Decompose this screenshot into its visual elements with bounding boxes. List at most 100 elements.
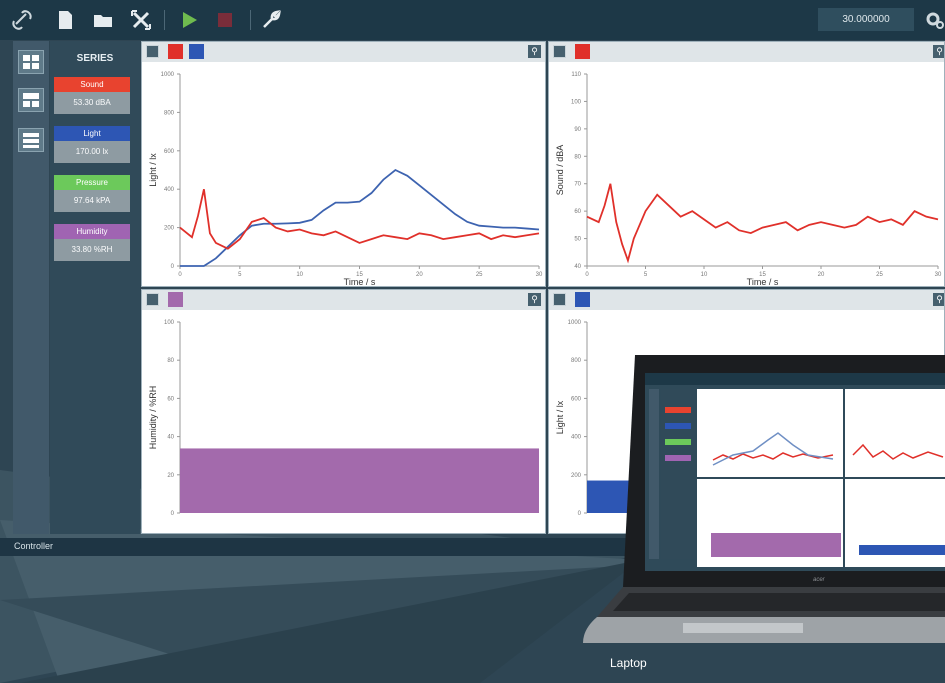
- y-tick-label: 20: [167, 473, 174, 479]
- y-tick-label: 50: [574, 237, 581, 243]
- x-tick-label: 0: [585, 272, 589, 278]
- series-line-light: [180, 168, 540, 267]
- series-swatch-humidity[interactable]: [168, 292, 183, 307]
- x-axis-label: Time / s: [747, 277, 779, 287]
- series-label-light[interactable]: Light: [54, 126, 130, 141]
- series-value-sound: 53.30 dBA: [54, 92, 130, 114]
- y-tick-label: 110: [571, 72, 581, 78]
- x-tick-label: 10: [296, 272, 303, 278]
- y-tick-label: 0: [171, 264, 175, 270]
- y-axis-label: Light / lx: [555, 400, 565, 434]
- y-tick-label: 80: [167, 358, 174, 364]
- open-folder-icon[interactable]: [92, 9, 114, 31]
- zoom-icon[interactable]: ⚲: [933, 45, 944, 58]
- y-tick-label: 600: [571, 396, 582, 402]
- y-tick-label: 80: [574, 154, 581, 160]
- laptop-image: acer: [583, 355, 945, 643]
- laptop-caption: Laptop: [610, 656, 647, 670]
- y-tick-label: 0: [171, 511, 175, 517]
- series-value-humidity: 33.80 %RH: [54, 239, 130, 261]
- pane-mode-button[interactable]: [553, 293, 566, 306]
- y-tick-label: 40: [574, 264, 581, 270]
- graph-pane-humidity: ⚲ 0 20 40 60 80 100 Humidity / %RH: [141, 289, 546, 534]
- series-swatch-light[interactable]: [189, 44, 204, 59]
- y-tick-label: 40: [167, 435, 174, 441]
- pane-mode-button[interactable]: [146, 45, 159, 58]
- pane-header: ⚲: [142, 290, 545, 310]
- x-axis-label: Time / s: [344, 277, 376, 287]
- y-axis-label: Light / lx: [148, 153, 158, 187]
- split-view-icon[interactable]: [18, 88, 44, 112]
- x-tick-label: 5: [644, 272, 648, 278]
- grid-view-icon[interactable]: [18, 50, 44, 74]
- settings-wrench-icon[interactable]: [260, 9, 282, 31]
- y-tick-label: 100: [164, 320, 175, 326]
- y-tick-label: 100: [571, 99, 582, 105]
- y-tick-label: 60: [574, 209, 581, 215]
- y-tick-label: 200: [571, 473, 582, 479]
- controller-label: Controller: [14, 541, 54, 551]
- series-swatch-sound[interactable]: [575, 44, 590, 59]
- time-value-field[interactable]: 30.000000: [818, 8, 914, 31]
- series-value-pressure: 97.64 kPA: [54, 190, 130, 212]
- y-tick-label: 90: [574, 127, 581, 133]
- y-tick-label: 400: [571, 435, 582, 441]
- pane-header: ⚲: [549, 290, 944, 310]
- play-icon[interactable]: [178, 9, 200, 31]
- link-icon[interactable]: [11, 9, 33, 31]
- graph-pane-sound: ⚲ 40 50 60 70 80 90 100 110 Sound / dBA 0 5 10 15 20 2…: [548, 41, 945, 287]
- x-tick-label: 30: [935, 272, 942, 278]
- pane-header: ⚲: [142, 42, 545, 62]
- stop-icon[interactable]: [214, 9, 236, 31]
- view-strip: [13, 41, 49, 534]
- y-axis-label: Sound / dBA: [555, 145, 565, 196]
- zoom-icon[interactable]: ⚲: [528, 45, 541, 58]
- toolbar: 30.000000: [0, 0, 945, 40]
- y-tick-label: 400: [164, 187, 175, 193]
- toolbar-separator: [164, 10, 165, 30]
- clear-icon[interactable]: [130, 9, 152, 31]
- list-view-icon[interactable]: [18, 128, 44, 152]
- x-tick-label: 30: [536, 272, 543, 278]
- y-tick-label: 600: [164, 149, 175, 155]
- y-tick-label: 70: [574, 182, 581, 188]
- chart-plot: 02004006008001000Light / lx0 5 10 15 20 25 30T…: [148, 72, 543, 287]
- series-panel: SERIES Sound 53.30 dBA Light 170.00 lx P…: [50, 41, 140, 534]
- series-label-sound[interactable]: Sound: [54, 77, 130, 92]
- zoom-icon[interactable]: ⚲: [933, 293, 944, 306]
- x-tick-label: 25: [876, 272, 883, 278]
- y-tick-label: 200: [164, 226, 175, 232]
- gear-icon[interactable]: [925, 9, 945, 31]
- x-tick-label: 10: [701, 272, 708, 278]
- series-swatch-sound[interactable]: [168, 44, 183, 59]
- graph-pane-light: ⚲ 0 200 400 600 800 1000 Light / lx 0 5 10 15 20 25 3…: [141, 41, 546, 287]
- series-label-pressure[interactable]: Pressure: [54, 175, 130, 190]
- toolbar-separator: [250, 10, 251, 30]
- y-tick-label: 800: [164, 110, 175, 116]
- x-tick-label: 5: [238, 272, 242, 278]
- series-label-humidity[interactable]: Humidity: [54, 224, 130, 239]
- x-tick-label: 20: [818, 272, 825, 278]
- y-tick-label: 0: [578, 511, 582, 517]
- series-swatch-light[interactable]: [575, 292, 590, 307]
- series-heading: SERIES: [76, 53, 114, 64]
- pane-header: ⚲: [549, 42, 944, 62]
- new-document-icon[interactable]: [54, 9, 76, 31]
- bar-value: [180, 448, 539, 513]
- chart-plot: 405060708090100110Sound / dBA0 5 10 15 20 25 3…: [555, 72, 942, 287]
- pane-mode-button[interactable]: [553, 45, 566, 58]
- zoom-icon[interactable]: ⚲: [528, 293, 541, 306]
- y-tick-label: 1000: [568, 320, 582, 326]
- y-tick-label: 1000: [161, 72, 175, 78]
- series-line-sound: [586, 183, 939, 264]
- laptop-brand: acer: [813, 577, 826, 583]
- y-axis-label: Humidity / %RH: [148, 386, 158, 450]
- x-tick-label: 0: [178, 272, 182, 278]
- chart-plot: 0 20 40 60 80 100 Humidity / %RH: [148, 320, 539, 517]
- series-value-light: 170.00 lx: [54, 141, 130, 163]
- pane-mode-button[interactable]: [146, 293, 159, 306]
- controller-bar[interactable]: Controller: [0, 538, 640, 556]
- y-tick-label: 60: [167, 396, 174, 402]
- y-tick-label: 800: [571, 358, 582, 364]
- x-tick-label: 25: [476, 272, 483, 278]
